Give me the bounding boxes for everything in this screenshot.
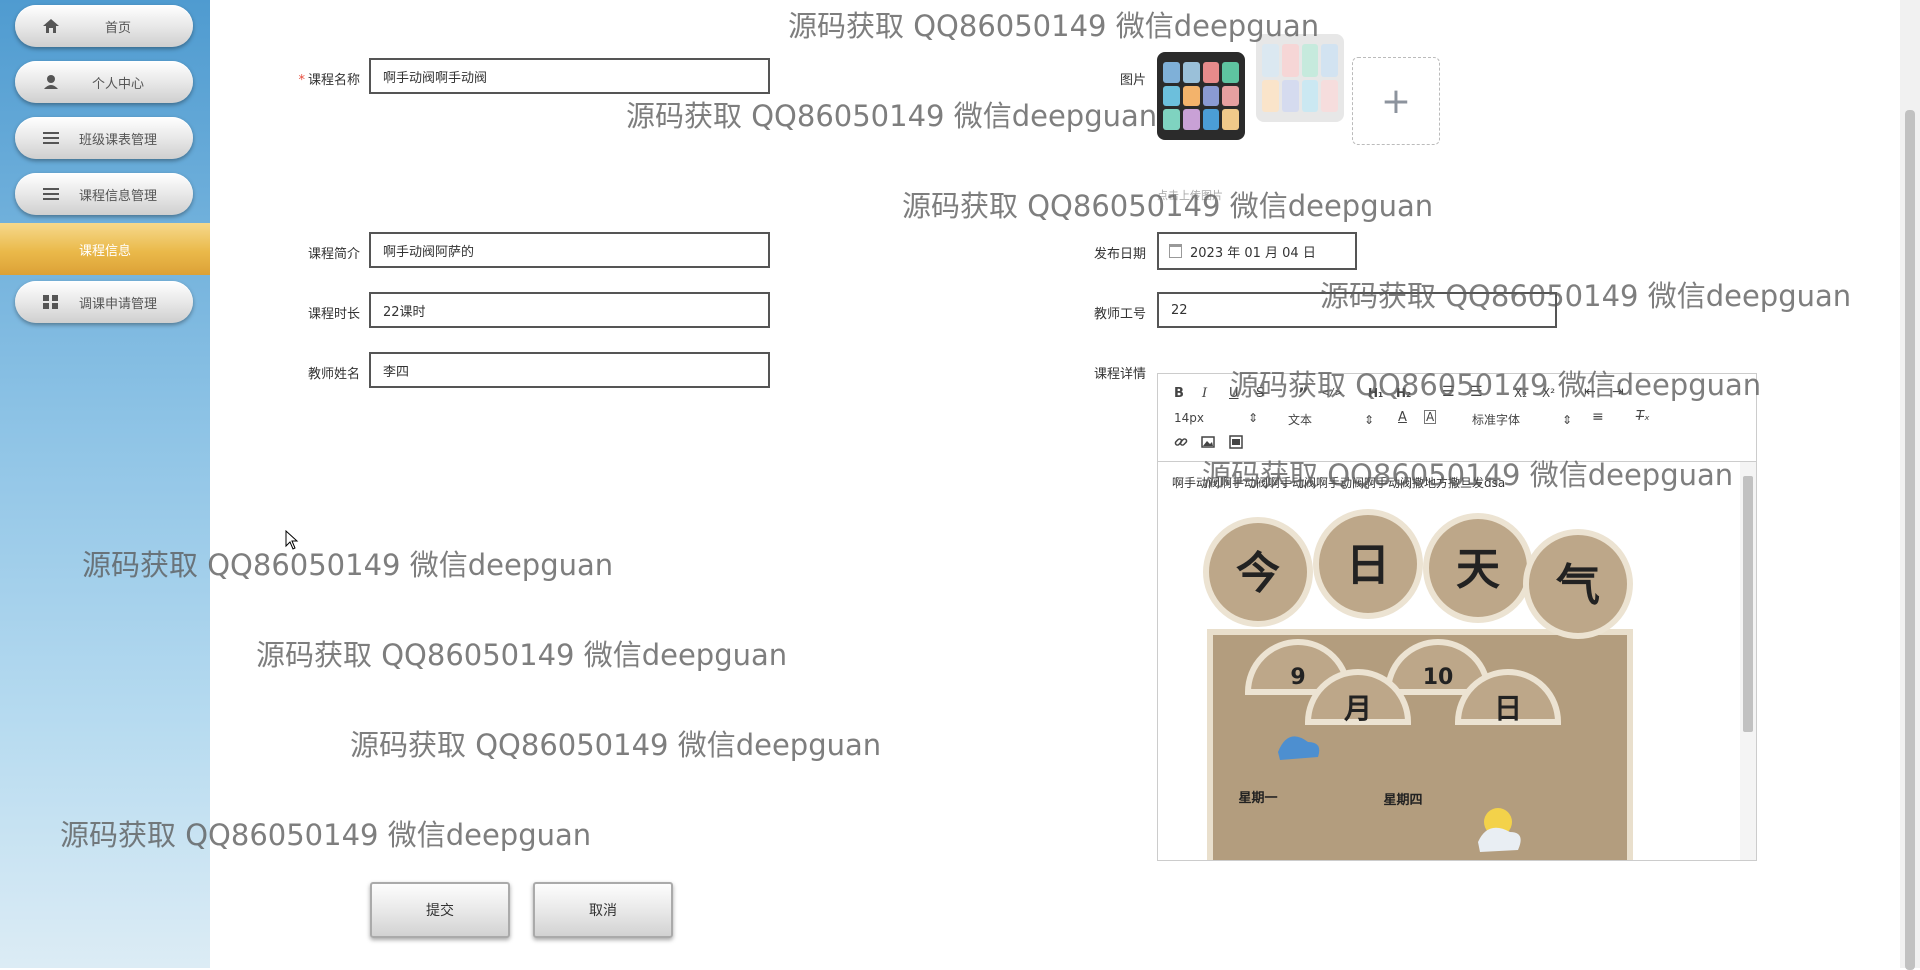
calendar-icon (1169, 244, 1182, 258)
photo-text-ri-2: 日 (1494, 692, 1522, 725)
sidebar-item-home[interactable]: 首页 (15, 5, 193, 47)
teacher-name-input[interactable] (369, 352, 770, 388)
submit-button[interactable]: 提交 (370, 882, 510, 938)
font-family-select[interactable]: 标准字体 ⇕ (1472, 411, 1572, 428)
photo-text-day-number: 10 (1423, 665, 1454, 690)
editor-toolbar: B I U S ” </> H₁ H₂ ☰ ☰ X₂ X² ⇤ ⇥ 14px ⇕ … (1158, 374, 1756, 462)
ordered-list-icon[interactable]: ☰ (1442, 384, 1455, 400)
text-style-value: 文本 (1288, 413, 1313, 427)
teacher-id-label: 教师工号 (1093, 307, 1146, 322)
photo-text-tian: 天 (1456, 544, 1500, 595)
publish-date-picker[interactable]: 2023 年 01 月 04 日 (1157, 232, 1357, 270)
photo-text-yue: 月 (1343, 692, 1372, 725)
heading-2-icon[interactable]: H₂ (1396, 386, 1411, 400)
font-size-value: 14px (1174, 411, 1204, 425)
superscript-icon[interactable]: X² (1542, 386, 1555, 400)
watermark: 源码获取 QQ86050149 微信deepguan (350, 728, 882, 762)
underline-icon[interactable]: U (1229, 386, 1239, 401)
course-name-label-text: 课程名称 (307, 73, 360, 88)
chevron-updown-icon: ⇕ (1562, 413, 1573, 427)
editor-content[interactable]: 啊手动阀啊手动阀啊手动阀啊手动阀啊手动阀撒地方撒旦发dsa 今 日 天 气 9 … (1158, 462, 1740, 860)
bullet-list-icon[interactable]: ☰ (1470, 384, 1483, 400)
upload-caption: 点击上传图片 (1157, 189, 1223, 202)
cancel-button[interactable]: 取消 (533, 882, 673, 938)
photo-text-thursday: 星期四 (1383, 793, 1422, 808)
course-detail-label: 课程详情 (1093, 367, 1146, 382)
strikethrough-icon[interactable]: S (1256, 386, 1264, 401)
indent-icon[interactable]: ⇥ (1612, 384, 1624, 400)
sidebar-item-label: 个人中心 (91, 76, 144, 92)
user-icon (44, 75, 58, 89)
watermark: 源码获取 QQ86050149 微信deepguan (256, 638, 788, 672)
clear-format-icon[interactable]: T̶ₓ (1636, 409, 1650, 424)
menu-icon (43, 188, 59, 200)
page-scrollbar[interactable] (1900, 0, 1920, 970)
required-mark: * (298, 73, 305, 88)
weather-board-photo: 今 日 天 气 9 10 月 日 星期一 星期四 (1203, 509, 1633, 860)
publish-date-value: 2023 年 01 月 04 日 (1190, 245, 1316, 261)
sidebar-item-label: 班级课表管理 (78, 132, 157, 148)
watermark: 源码获取 QQ86050149 微信deepguan (626, 99, 1158, 133)
photo-text-jin: 今 (1236, 548, 1280, 599)
course-duration-label: 课程时长 (307, 307, 360, 322)
outdent-icon[interactable]: ⇤ (1584, 384, 1596, 400)
course-name-label: * 课程名称 (280, 69, 360, 88)
teacher-id-input[interactable] (1157, 292, 1557, 328)
image-thumbnail[interactable] (1157, 52, 1245, 140)
photo-text-qi: 气 (1556, 560, 1600, 611)
chevron-updown-icon: ⇕ (1364, 413, 1375, 427)
chevron-updown-icon: ⇕ (1248, 411, 1259, 425)
bold-icon[interactable]: B (1174, 386, 1184, 401)
text-style-select[interactable]: 文本 ⇕ (1288, 411, 1374, 428)
rich-text-editor[interactable]: B I U S ” </> H₁ H₂ ☰ ☰ X₂ X² ⇤ ⇥ 14px ⇕ … (1157, 373, 1757, 861)
watermark: 源码获取 QQ86050149 微信deepguan (788, 9, 1320, 43)
course-intro-input[interactable] (369, 232, 770, 268)
sidebar-item-course-info-mgmt[interactable]: 课程信息管理 (15, 173, 193, 215)
photo-text-ri: 日 (1346, 540, 1390, 591)
video-icon[interactable] (1229, 435, 1243, 449)
image-thumbnail-faded (1256, 34, 1344, 122)
page-scrollbar-thumb[interactable] (1905, 110, 1915, 970)
weather-app-image (1256, 34, 1344, 122)
subscript-icon[interactable]: X₂ (1514, 386, 1527, 400)
sidebar-item-profile[interactable]: 个人中心 (15, 61, 193, 103)
teacher-name-label: 教师姓名 (307, 367, 360, 382)
home-icon (43, 19, 59, 33)
photo-text-monday: 星期一 (1238, 791, 1277, 806)
align-icon[interactable]: ≡ (1592, 409, 1604, 425)
sidebar-item-reschedule-request[interactable]: 调课申请管理 (15, 281, 193, 323)
sidebar-item-class-schedule[interactable]: 班级课表管理 (15, 117, 193, 159)
link-icon[interactable] (1174, 435, 1188, 449)
menu-icon (43, 132, 59, 144)
sidebar-item-course-info[interactable]: 课程信息 (0, 223, 210, 275)
font-color-icon[interactable]: A (1398, 410, 1407, 425)
photo-text-month-number: 9 (1290, 665, 1305, 690)
sidebar-item-label: 课程信息 (78, 243, 131, 259)
course-duration-input[interactable] (369, 292, 770, 328)
upload-image-button[interactable]: + (1352, 57, 1440, 145)
editor-scrollbar[interactable] (1740, 462, 1756, 860)
sidebar-item-label: 调课申请管理 (78, 296, 157, 312)
plus-icon: + (1380, 80, 1412, 122)
code-block-icon[interactable]: </> (1322, 386, 1342, 399)
publish-date-label: 发布日期 (1093, 247, 1146, 262)
sidebar-item-label: 首页 (104, 20, 131, 36)
heading-1-icon[interactable]: H₁ (1368, 386, 1383, 400)
background-color-icon[interactable]: A (1424, 410, 1437, 424)
course-intro-label: 课程简介 (307, 247, 360, 262)
editor-content-text: 啊手动阀啊手动阀啊手动阀啊手动阀啊手动阀撒地方撒旦发dsa (1172, 476, 1506, 490)
mouse-cursor-icon (285, 530, 299, 550)
font-size-select[interactable]: 14px ⇕ (1174, 411, 1258, 425)
grid-icon (43, 295, 58, 309)
editor-scrollbar-thumb[interactable] (1743, 476, 1753, 732)
italic-icon[interactable]: I (1202, 386, 1207, 401)
image-label: 图片 (1119, 73, 1146, 88)
image-icon[interactable] (1201, 435, 1215, 449)
course-name-input[interactable] (369, 58, 770, 94)
weather-app-image (1157, 52, 1245, 140)
sidebar: 首页 个人中心 班级课表管理 课程信息管理 课程信息 调课申请管理 (0, 0, 210, 968)
font-family-value: 标准字体 (1472, 413, 1521, 427)
blockquote-icon[interactable]: ” (1298, 384, 1309, 403)
sidebar-item-label: 课程信息管理 (78, 188, 157, 204)
